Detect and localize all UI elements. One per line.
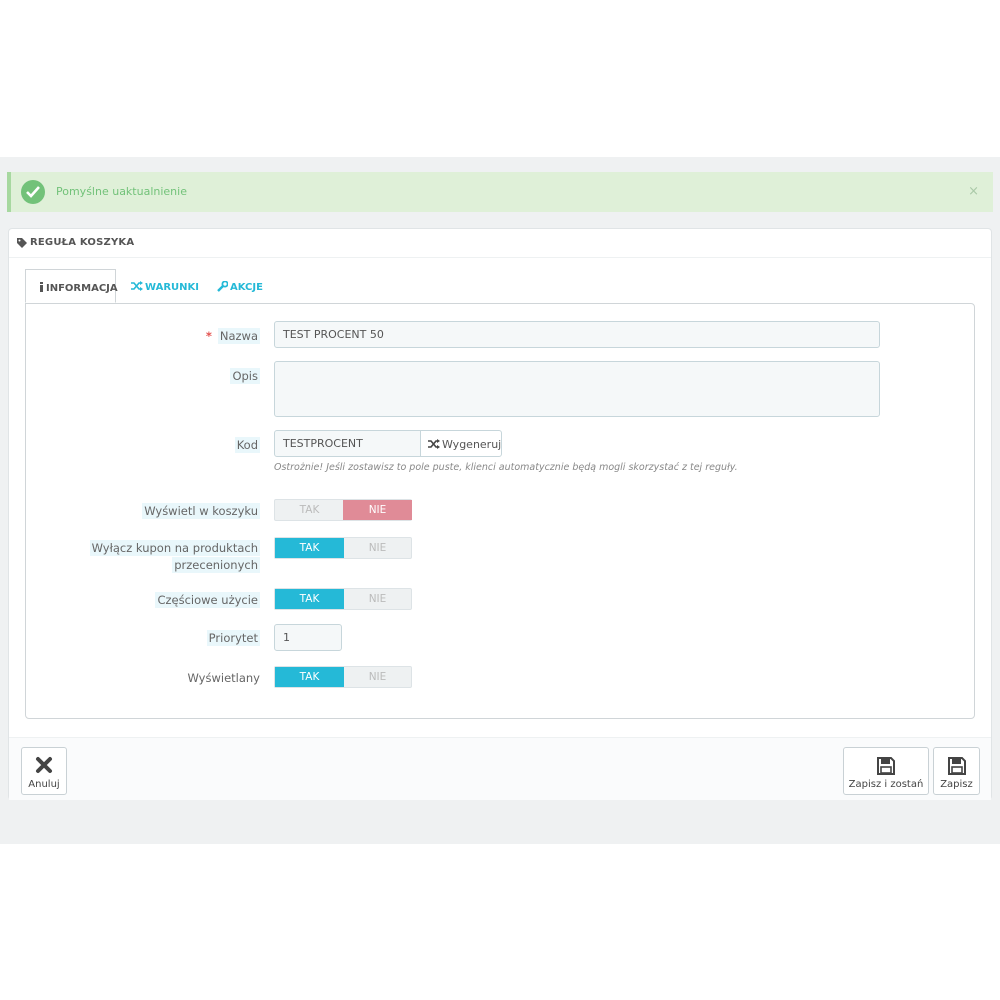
save-icon (947, 757, 966, 775)
name-label: * Nazwa (205, 328, 260, 344)
priority-input[interactable]: 1 (274, 624, 342, 651)
tab-akcje[interactable]: AKCJE (212, 269, 272, 303)
tab-content-informacja: * Nazwa TEST PROCENT 50 Opis Kod TESTPROC… (25, 303, 975, 719)
cancel-button[interactable]: Anuluj (21, 747, 67, 795)
info-icon (40, 282, 43, 292)
cart-rule-panel: REGUŁA KOSZYKA INFORMACJA WARUNKI AKCJE … (8, 228, 992, 800)
check-circle-icon (21, 180, 45, 204)
panel-heading: REGUŁA KOSZYKA (9, 229, 991, 258)
tab-label: WARUNKI (145, 282, 199, 293)
close-icon (36, 757, 52, 773)
description-textarea[interactable] (274, 361, 880, 417)
switch-yes[interactable]: TAK (275, 500, 344, 520)
show-in-cart-label: Wyświetl w koszyku (142, 503, 260, 519)
tab-warunki[interactable]: WARUNKI (127, 269, 199, 303)
description-label: Opis (230, 368, 260, 384)
tab-informacja[interactable]: INFORMACJA (25, 269, 118, 303)
active-label: Wyświetlany (187, 671, 261, 685)
partial-use-label: Częściowe użycie (155, 592, 260, 608)
switch-no[interactable]: NIE (343, 538, 412, 558)
priority-label: Priorytet (206, 630, 260, 646)
save-icon (877, 757, 895, 775)
switch-no[interactable]: NIE (343, 500, 412, 520)
active-switch[interactable]: TAK NIE (274, 666, 412, 688)
panel-title: REGUŁA KOSZYKA (30, 237, 135, 248)
cancel-label: Anuluj (28, 779, 60, 790)
shuffle-icon (131, 281, 143, 291)
tab-label: INFORMACJA (46, 283, 118, 294)
switch-yes[interactable]: TAK (275, 538, 344, 558)
switch-no[interactable]: NIE (343, 589, 412, 609)
code-label: Kod (234, 437, 260, 453)
generate-label: Wygeneruj (442, 438, 502, 451)
code-help-text: Ostrożnie! Jeśli zostawisz to pole puste… (274, 462, 738, 473)
switch-no[interactable]: NIE (343, 667, 412, 687)
name-input[interactable]: TEST PROCENT 50 (274, 321, 880, 348)
save-label: Zapisz (940, 779, 973, 790)
shuffle-icon (428, 439, 440, 449)
alert-message: Pomyślne uaktualnienie (56, 185, 187, 198)
close-alert-button[interactable]: × (968, 184, 979, 199)
success-alert: Pomyślne uaktualnienie × (7, 172, 993, 212)
save-and-stay-button[interactable]: Zapisz i zostań (843, 747, 929, 795)
switch-yes[interactable]: TAK (275, 589, 344, 609)
panel-footer: Anuluj Zapisz i zostań Zapisz (9, 737, 991, 800)
tab-label: AKCJE (230, 282, 263, 293)
show-in-cart-switch[interactable]: TAK NIE (274, 499, 412, 521)
generate-code-button[interactable]: Wygeneruj (420, 430, 502, 457)
wrench-icon (217, 281, 228, 292)
tag-icon (17, 238, 27, 248)
exclude-discounted-switch[interactable]: TAK NIE (274, 537, 412, 559)
code-input[interactable]: TESTPROCENT (274, 430, 421, 457)
save-button[interactable]: Zapisz (933, 747, 980, 795)
required-marker: * (205, 329, 212, 343)
partial-use-switch[interactable]: TAK NIE (274, 588, 412, 610)
switch-yes[interactable]: TAK (275, 667, 344, 687)
save-and-stay-label: Zapisz i zostań (848, 779, 924, 790)
exclude-discounted-label: Wyłącz kupon na produktach przecenionych (89, 540, 260, 573)
